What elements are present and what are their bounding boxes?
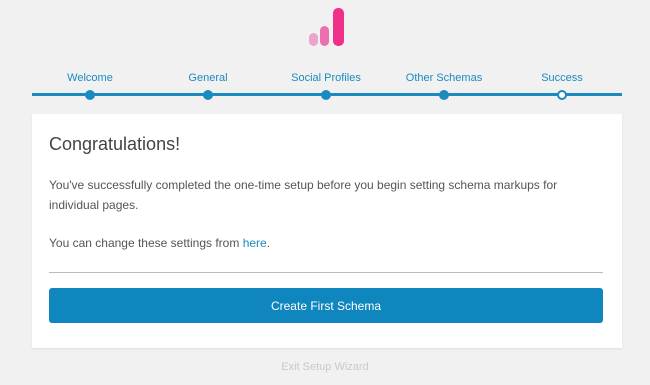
settings-text: You can change these settings from <box>49 236 243 250</box>
success-message: You've successfully completed the one-ti… <box>49 178 558 212</box>
step-other-schemas[interactable]: Other Schemas <box>384 70 504 100</box>
logo-bar-large <box>333 8 344 46</box>
exit-setup-wizard-link[interactable]: Exit Setup Wizard <box>0 361 650 373</box>
step-dot <box>321 90 331 100</box>
step-label: Welcome <box>67 72 113 84</box>
wizard-progress: Welcome General Social Profiles Other Sc… <box>32 70 622 100</box>
step-label: Other Schemas <box>405 72 483 84</box>
create-first-schema-button[interactable]: Create First Schema <box>49 288 603 323</box>
success-card: Congratulations! You've successfully com… <box>32 114 622 348</box>
brand-logo <box>308 8 348 46</box>
settings-note: You can change these settings from here. <box>49 233 609 253</box>
step-dot <box>85 90 95 100</box>
settings-link[interactable]: here <box>243 236 267 250</box>
logo-bar-medium <box>320 26 329 46</box>
logo-bar-small <box>309 33 318 46</box>
step-label: General <box>188 72 228 84</box>
step-label: Social Profiles <box>291 72 361 84</box>
step-social-profiles[interactable]: Social Profiles <box>266 70 386 100</box>
step-label: Success <box>541 72 583 84</box>
step-dot <box>203 90 213 100</box>
card-title: Congratulations! <box>49 134 181 154</box>
step-dot <box>439 90 449 100</box>
step-welcome[interactable]: Welcome <box>30 70 150 100</box>
step-success[interactable]: Success <box>502 70 622 100</box>
step-dot-current <box>557 90 567 100</box>
step-general[interactable]: General <box>148 70 268 100</box>
divider <box>49 272 603 273</box>
settings-suffix: . <box>266 236 271 250</box>
